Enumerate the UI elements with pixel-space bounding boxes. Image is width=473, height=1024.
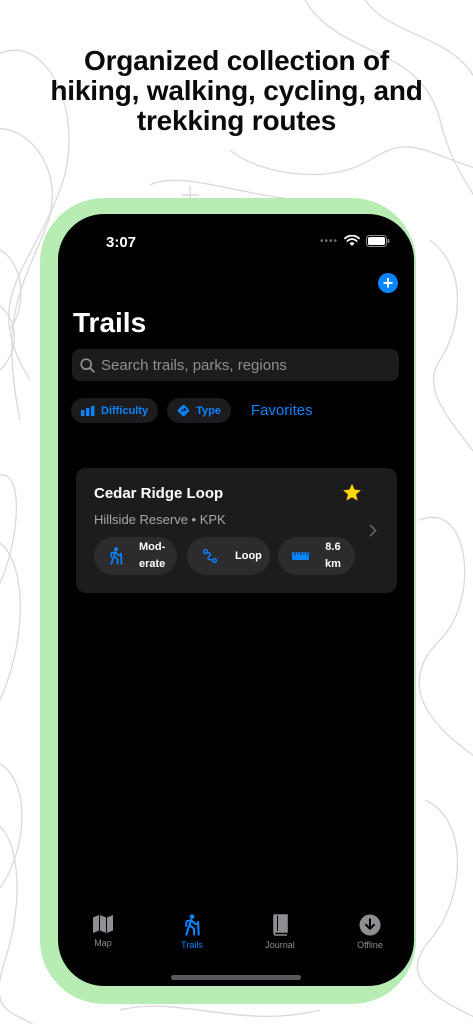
signal-dots-icon: •••• (319, 235, 338, 247)
search-bar[interactable] (72, 349, 399, 381)
type-filter-chip[interactable]: Type (167, 398, 231, 423)
route-diamond-icon (177, 404, 190, 417)
wifi-icon (344, 235, 360, 246)
trail-card[interactable]: Cedar Ridge Loop Hillside Reserve • KPK … (76, 468, 397, 593)
favorite-star-icon[interactable] (342, 483, 362, 502)
distance-value: 8.6 km (325, 539, 341, 573)
tab-offline[interactable]: Offline (340, 914, 400, 950)
home-indicator (171, 975, 301, 980)
page-title: Trails (73, 307, 147, 338)
trail-location: Hillside Reserve • KPK (94, 512, 226, 527)
ruler-icon (292, 552, 309, 560)
difficulty-value-line-1: Mod- (139, 541, 166, 553)
map-icon (93, 915, 113, 933)
hiker-icon (110, 547, 123, 565)
book-icon (273, 914, 288, 936)
route-icon (203, 549, 217, 563)
distance-value-line-1: 8.6 (325, 541, 341, 553)
difficulty-value: Mod- erate (139, 539, 165, 573)
type-filter-label: Type (196, 404, 221, 417)
tab-map[interactable]: Map (73, 914, 133, 948)
route-type-stat: Loop (187, 537, 270, 575)
phone-screen: 3:07 •••• + Trails Difficulty (58, 214, 414, 986)
battery-icon (366, 235, 390, 247)
headline-line-1: Organized collection of (84, 45, 389, 76)
hiker-icon (185, 914, 200, 936)
download-circle-icon (359, 914, 381, 936)
tab-trails[interactable]: Trails (162, 914, 222, 950)
tab-journal[interactable]: Journal (250, 914, 310, 950)
route-type-value: Loop (235, 549, 262, 562)
headline-line-2: hiking, walking, cycling, and (50, 75, 423, 106)
marketing-headline: Organized collection of hiking, walking,… (0, 46, 473, 136)
status-indicators: •••• (320, 235, 390, 247)
difficulty-filter-label: Difficulty (101, 404, 149, 417)
difficulty-filter-chip[interactable]: Difficulty (71, 398, 159, 423)
difficulty-stat: Mod- erate (94, 537, 177, 575)
search-icon (80, 357, 95, 373)
favorites-filter-link[interactable]: Favorites (251, 402, 313, 419)
distance-stat: 8.6 km (278, 537, 355, 575)
distance-value-line-2: km (325, 558, 341, 570)
filter-chips: Difficulty Type Favorites (71, 398, 313, 423)
tab-map-label: Map (94, 938, 112, 948)
add-trail-button[interactable]: + (378, 273, 398, 293)
tab-bar: Map Trails Journal Offline (58, 914, 414, 964)
tab-journal-label: Journal (265, 940, 295, 950)
trail-name: Cedar Ridge Loop (94, 485, 224, 502)
tab-trails-label: Trails (181, 940, 203, 950)
tab-offline-label: Offline (357, 940, 383, 950)
status-time: 3:07 (106, 234, 137, 251)
difficulty-value-line-2: erate (139, 558, 166, 570)
search-input[interactable] (95, 356, 399, 374)
headline-line-3: trekking routes (136, 105, 337, 136)
bars-icon (81, 405, 95, 416)
chevron-right-icon (369, 524, 377, 537)
